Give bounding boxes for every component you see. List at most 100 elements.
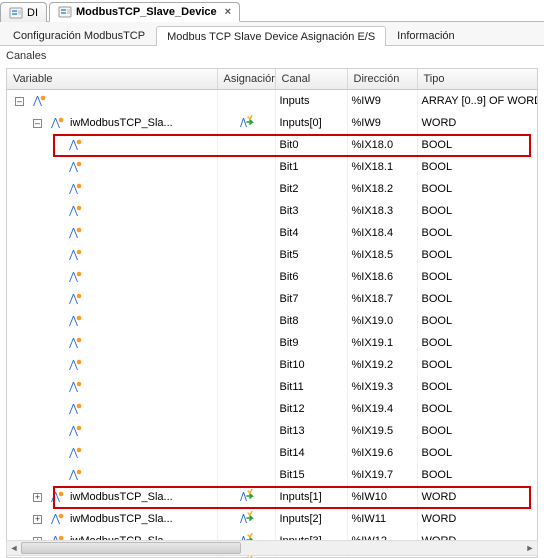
variable-icon (68, 161, 82, 173)
col-tipo[interactable]: Tipo (417, 69, 538, 90)
direccion-cell: %IX19.6 (347, 442, 417, 464)
table-row[interactable]: Bit2%IX18.2BOOL (7, 178, 538, 200)
tipo-cell: BOOL (417, 222, 538, 244)
panel-heading: Canales (0, 46, 544, 66)
tree-spacer (51, 229, 60, 238)
table-row[interactable]: Bit0%IX18.0BOOL (7, 134, 538, 156)
col-asignacion[interactable]: Asignación (217, 69, 275, 90)
canal-cell: Bit13 (275, 420, 347, 442)
editor-tabs: DI ModbusTCP_Slave_Device × (0, 0, 544, 22)
variable-icon (68, 205, 82, 217)
scroll-right-arrow[interactable]: ► (523, 541, 537, 555)
header-row: Variable Asignación Canal Dirección Tipo (7, 69, 538, 90)
canal-cell: Bit2 (275, 178, 347, 200)
expand-icon[interactable]: + (33, 515, 42, 524)
canal-cell: Inputs (275, 90, 347, 113)
scroll-left-arrow[interactable]: ◄ (7, 541, 21, 555)
tree-spacer (51, 405, 60, 414)
table-row[interactable]: Bit1%IX18.1BOOL (7, 156, 538, 178)
tree-spacer (51, 163, 60, 172)
variable-icon (68, 425, 82, 437)
expand-icon[interactable]: + (33, 493, 42, 502)
tipo-cell: BOOL (417, 464, 538, 486)
tipo-cell: BOOL (417, 200, 538, 222)
tipo-cell: BOOL (417, 332, 538, 354)
table-row[interactable]: Bit7%IX18.7BOOL (7, 288, 538, 310)
tipo-cell: BOOL (417, 134, 538, 156)
direccion-cell: %IX19.7 (347, 464, 417, 486)
table-row[interactable]: Bit10%IX19.2BOOL (7, 354, 538, 376)
canal-cell: Bit10 (275, 354, 347, 376)
tipo-cell: BOOL (417, 442, 538, 464)
tree-spacer (51, 207, 60, 216)
direccion-cell: %IX19.2 (347, 354, 417, 376)
canal-cell: Bit7 (275, 288, 347, 310)
tipo-cell: BOOL (417, 178, 538, 200)
table-row[interactable]: Bit6%IX18.6BOOL (7, 266, 538, 288)
scroll-thumb[interactable] (21, 542, 241, 554)
canal-cell: Bit1 (275, 156, 347, 178)
device-icon (9, 6, 23, 20)
assignment-icon (238, 489, 254, 503)
table-row[interactable]: Bit14%IX19.6BOOL (7, 442, 538, 464)
canal-cell: Inputs[1] (275, 486, 347, 508)
table-row[interactable]: – iwModbusTCP_Sla... Inputs[0]%IW9WORD (7, 112, 538, 134)
tipo-cell: WORD (417, 112, 538, 134)
collapse-icon[interactable]: – (33, 119, 42, 128)
direccion-cell: %IX18.1 (347, 156, 417, 178)
direccion-cell: %IW9 (347, 112, 417, 134)
tree-spacer (51, 427, 60, 436)
table-row[interactable]: Bit15%IX19.7BOOL (7, 464, 538, 486)
variable-icon (68, 315, 82, 327)
canal-cell: Bit4 (275, 222, 347, 244)
io-mapping-grid[interactable]: Variable Asignación Canal Dirección Tipo… (6, 68, 538, 558)
variable-icon (68, 359, 82, 371)
editor-tab-di[interactable]: DI (0, 2, 47, 22)
editor-tab-label: ModbusTCP_Slave_Device (76, 6, 217, 18)
close-icon[interactable]: × (225, 6, 231, 18)
editor-tab-modbustcp_slave_device[interactable]: ModbusTCP_Slave_Device × (49, 2, 240, 22)
table-row[interactable]: +iwModbusTCP_Sla...Inputs[2]%IW11WORD (7, 508, 538, 530)
canal-cell: Inputs[0] (275, 112, 347, 134)
sub-tab[interactable]: Configuración ModbusTCP (2, 25, 156, 45)
sub-tab[interactable]: Modbus TCP Slave Device Asignación E/S (156, 26, 386, 46)
sub-tabs: Configuración ModbusTCPModbus TCP Slave … (0, 22, 544, 46)
direccion-cell: %IX18.7 (347, 288, 417, 310)
table-row[interactable]: Bit5%IX18.5BOOL (7, 244, 538, 266)
table-row[interactable]: Bit9%IX19.1BOOL (7, 332, 538, 354)
table-row[interactable]: Bit3%IX18.3BOOL (7, 200, 538, 222)
variable-name: iwModbusTCP_Sla... (70, 117, 173, 129)
direccion-cell: %IW10 (347, 486, 417, 508)
horizontal-scrollbar[interactable]: ◄ ► (6, 540, 538, 556)
tree-spacer (51, 295, 60, 304)
col-variable[interactable]: Variable (7, 69, 217, 90)
sub-tab[interactable]: Información (386, 25, 465, 45)
table-row[interactable]: –Inputs%IW9ARRAY [0..9] OF WORD (7, 90, 538, 113)
variable-icon (68, 271, 82, 283)
direccion-cell: %IW11 (347, 508, 417, 530)
tree-spacer (51, 251, 60, 260)
canal-cell: Bit11 (275, 376, 347, 398)
direccion-cell: %IX18.6 (347, 266, 417, 288)
canal-cell: Bit5 (275, 244, 347, 266)
canal-cell: Inputs[2] (275, 508, 347, 530)
direccion-cell: %IX18.0 (347, 134, 417, 156)
table-row[interactable]: Bit12%IX19.4BOOL (7, 398, 538, 420)
table-row[interactable]: Bit4%IX18.4BOOL (7, 222, 538, 244)
canal-cell: Bit9 (275, 332, 347, 354)
table-row[interactable]: Bit8%IX19.0BOOL (7, 310, 538, 332)
direccion-cell: %IX18.4 (347, 222, 417, 244)
variable-icon (68, 469, 82, 481)
table-row[interactable]: +iwModbusTCP_Sla...Inputs[1]%IW10WORD (7, 486, 538, 508)
col-direccion[interactable]: Dirección (347, 69, 417, 90)
col-canal[interactable]: Canal (275, 69, 347, 90)
collapse-icon[interactable]: – (15, 97, 24, 106)
table-row[interactable]: Bit11%IX19.3BOOL (7, 376, 538, 398)
table-row[interactable]: Bit13%IX19.5BOOL (7, 420, 538, 442)
tipo-cell: BOOL (417, 266, 538, 288)
tree-spacer (51, 141, 60, 150)
tipo-cell: BOOL (417, 398, 538, 420)
variable-icon (68, 249, 82, 261)
variable-icon (68, 381, 82, 393)
canal-cell: Bit8 (275, 310, 347, 332)
